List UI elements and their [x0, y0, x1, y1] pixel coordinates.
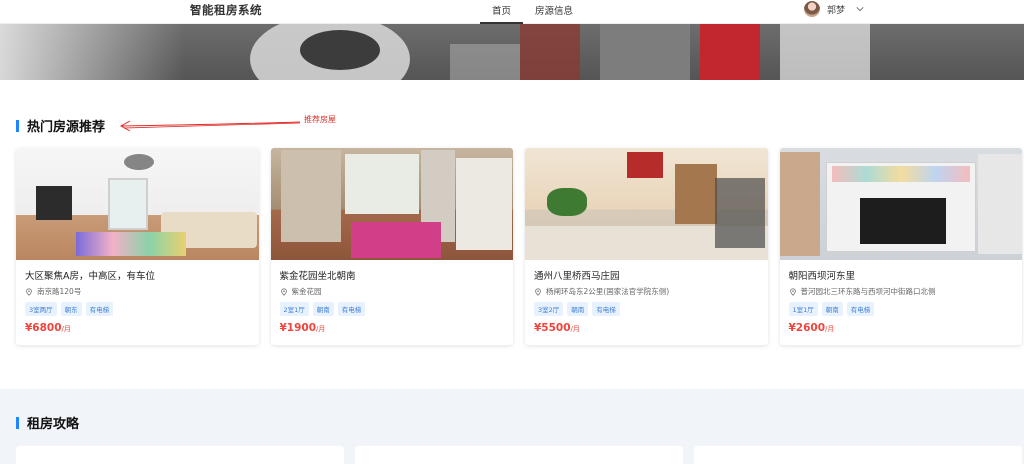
listing-title[interactable]: 紫金花园坐北朝南	[280, 268, 505, 282]
section-accent-bar	[16, 416, 19, 429]
price-value: ¥6800	[25, 322, 62, 334]
listing-tags: 2室1厅 朝南 有电梯	[279, 302, 505, 316]
listing-address-text: 紫金花园	[291, 287, 322, 296]
listing-price: ¥1900/月	[280, 322, 505, 334]
location-pin-icon	[789, 287, 796, 296]
location-pin-icon	[26, 287, 32, 296]
listing-tags: 3室两厅 朝东 有电梯	[25, 302, 250, 316]
listing-address: 紫金花园	[280, 286, 505, 297]
chevron-down-icon[interactable]	[856, 5, 864, 13]
price-unit: /月	[825, 325, 835, 333]
listing-card[interactable]: 通州八里桥西马庄园 杨闸环岛东2公里(国家法官学院东侧) 3室2厅 朝南 有电梯…	[525, 148, 768, 345]
listing-address: 杨闸环岛东2公里(国家法官学院东侧)	[534, 286, 759, 297]
listing-address-text: 南京路120号	[37, 287, 82, 296]
listing-title[interactable]: 大区聚焦A房，中高区，有车位	[25, 268, 250, 282]
listing-card[interactable]: 朝阳西坝河东里 普河园北三环东路与西坝河中街路口北侧 1室1厅 朝南 有电梯 ¥…	[779, 148, 1022, 345]
listing-tags: 1室1厅 朝南 有电梯	[788, 302, 1014, 316]
tag-layout: 2室1厅	[279, 302, 309, 316]
listing-photo[interactable]	[16, 148, 259, 260]
annotation-label: 推荐房屋	[304, 115, 336, 124]
section-title-guide: 租房攻略	[16, 413, 79, 432]
site-logo[interactable]: 智能租房系统	[190, 2, 262, 18]
listing-photo[interactable]	[779, 148, 1022, 260]
listing-address-text: 普河园北三环东路与西坝河中街路口北侧	[800, 287, 936, 296]
tag-elevator: 有电梯	[337, 302, 366, 316]
guide-card[interactable]	[694, 446, 1022, 464]
location-pin-icon	[535, 287, 541, 296]
price-value: ¥5500	[534, 322, 571, 334]
tag-elevator: 有电梯	[846, 302, 875, 316]
tag-layout: 3室2厅	[534, 302, 564, 316]
listing-title[interactable]: 通州八里桥西马庄园	[534, 268, 759, 282]
tag-elevator: 有电梯	[85, 302, 114, 316]
guide-card[interactable]	[16, 446, 344, 464]
listing-address-text: 杨闸环岛东2公里(国家法官学院东侧)	[546, 287, 670, 296]
nav-listings[interactable]: 房源信息	[523, 0, 585, 24]
tag-layout: 3室两厅	[25, 302, 57, 316]
listing-address: 南京路120号	[25, 286, 250, 297]
section-title-text: 热门房源推荐	[27, 120, 106, 135]
avatar[interactable]	[804, 1, 820, 17]
listing-tags: 3室2厅 朝南 有电梯	[534, 302, 759, 316]
section-accent-bar	[16, 119, 19, 132]
username[interactable]: 郭梦	[827, 3, 845, 16]
listing-title[interactable]: 朝阳西坝河东里	[789, 268, 1014, 282]
listing-photo[interactable]	[270, 148, 513, 260]
price-unit: /月	[570, 325, 580, 333]
price-unit: /月	[61, 325, 71, 333]
hero-banner-image	[0, 24, 1024, 80]
price-value: ¥1900	[279, 322, 317, 334]
tag-orientation: 朝南	[312, 302, 334, 316]
user-menu[interactable]: 郭梦	[804, 1, 864, 17]
annotation-arrow-icon	[119, 120, 301, 132]
listing-address: 普河园北三环东路与西坝河中街路口北侧	[789, 286, 1014, 297]
listing-photo[interactable]	[525, 148, 768, 260]
tag-orientation: 朝东	[60, 302, 82, 316]
price-unit: /月	[316, 325, 326, 333]
listing-card[interactable]: 大区聚焦A房，中高区，有车位 南京路120号 3室两厅 朝东 有电梯 ¥6800…	[16, 148, 259, 345]
listing-cards: 大区聚焦A房，中高区，有车位 南京路120号 3室两厅 朝东 有电梯 ¥6800…	[16, 148, 1022, 346]
main-nav: 首页 房源信息	[480, 0, 585, 24]
section-title-text: 租房攻略	[27, 417, 80, 432]
listing-price: ¥5500/月	[534, 322, 759, 334]
listing-card[interactable]: 紫金花园坐北朝南 紫金花园 2室1厅 朝南 有电梯 ¥1900/月	[270, 148, 513, 345]
listing-price: ¥6800/月	[25, 322, 250, 334]
listing-price: ¥2600/月	[789, 322, 1014, 334]
tag-orientation: 朝南	[567, 302, 589, 316]
tag-elevator: 有电梯	[592, 302, 620, 316]
guide-card[interactable]	[355, 446, 683, 464]
location-pin-icon	[280, 287, 287, 296]
tag-orientation: 朝南	[821, 302, 843, 316]
price-value: ¥2600	[788, 322, 826, 334]
nav-home[interactable]: 首页	[480, 0, 524, 24]
section-title-recommend: 热门房源推荐	[16, 116, 105, 135]
top-header: 智能租房系统 首页 房源信息 郭梦	[0, 0, 1024, 24]
tag-layout: 1室1厅	[788, 302, 818, 316]
